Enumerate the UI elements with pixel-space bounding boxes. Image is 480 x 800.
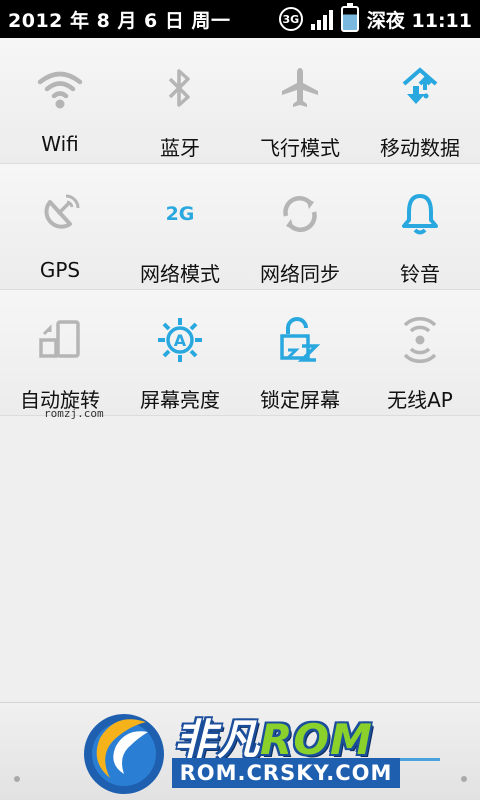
status-carrier: 深夜 [366,9,405,32]
toggle-network-mode[interactable]: 2G 网络模式 [120,164,240,289]
toggle-label: 铃音 [400,262,440,286]
toggle-label: 网络同步 [260,262,340,286]
network-mode-2g-text: 2G [165,203,195,225]
toggle-auto-rotate[interactable]: 自动旋转 [0,290,120,415]
logo-url: ROM.CRSKY.COM [172,758,400,788]
toggle-label: 无线AP [387,388,453,412]
lock-screen-icon [276,316,324,364]
network-mode-2g-icon: 2G [156,190,204,238]
watermark-text: romzj.com [44,407,104,420]
logo-name-cn: 非凡 [174,715,261,764]
toggle-label: 移动数据 [380,136,460,160]
toggle-label: 飞行模式 [260,136,340,160]
toggle-airplane-mode[interactable]: 飞行模式 [240,38,360,163]
toggle-label: 蓝牙 [160,136,200,160]
bluetooth-icon [156,64,204,112]
handle-dot-right [461,776,467,782]
bell-icon [396,190,444,238]
auto-rotate-icon [36,316,84,364]
gps-icon [36,190,84,238]
logo-swirl-icon [84,714,164,794]
quick-settings-row: Wifi 蓝牙 飞行模式 移动数据 [0,38,480,164]
airplane-icon [276,64,324,112]
status-time: 11:11 [411,9,472,32]
toggle-label: 屏幕亮度 [140,388,220,412]
wireless-ap-icon [396,316,444,364]
quick-settings-panel: Wifi 蓝牙 飞行模式 移动数据 GPS 2G 网络模式 网络同步 铃音 自动… [0,38,480,420]
logo-name-en: ROM [260,715,373,764]
sync-icon [276,190,324,238]
wifi-icon [36,64,84,112]
mobile-data-icon [396,64,444,112]
toggle-gps[interactable]: GPS [0,164,120,289]
quick-settings-row: GPS 2G 网络模式 网络同步 铃音 [0,164,480,290]
toggle-label: Wifi [41,132,79,156]
status-bar: 2012 年 8 月 6 日 周一 3G 深夜 11:11 [0,0,480,38]
network-3g-icon: 3G [278,7,303,31]
toggle-label: 锁定屏幕 [260,388,340,412]
status-date: 2012 年 8 月 6 日 周一 [8,9,231,32]
status-carrier-time: 深夜 11:11 [367,6,472,33]
crsky-rom-logo: 非凡ROM ROM.CRSKY.COM [76,702,406,800]
signal-strength-icon [310,8,333,30]
brightness-icon: A [156,316,204,364]
handle-dot-left [14,776,20,782]
status-icons: 3G 深夜 11:11 [278,3,472,33]
toggle-label: 网络模式 [140,262,220,286]
toggle-wireless-ap[interactable]: 无线AP [360,290,480,415]
toggle-brightness[interactable]: A 屏幕亮度 [120,290,240,415]
toggle-label: GPS [39,258,81,282]
brightness-auto-text: A [174,331,187,350]
battery-icon [340,3,359,32]
toggle-lock-screen[interactable]: 锁定屏幕 [240,290,360,415]
toggle-ringtone[interactable]: 铃音 [360,164,480,289]
toggle-mobile-data[interactable]: 移动数据 [360,38,480,163]
toggle-bluetooth[interactable]: 蓝牙 [120,38,240,163]
toggle-network-sync[interactable]: 网络同步 [240,164,360,289]
toggle-wifi[interactable]: Wifi [0,38,120,163]
quick-settings-row: 自动旋转 A 屏幕亮度 锁定屏幕 无线AP [0,290,480,416]
